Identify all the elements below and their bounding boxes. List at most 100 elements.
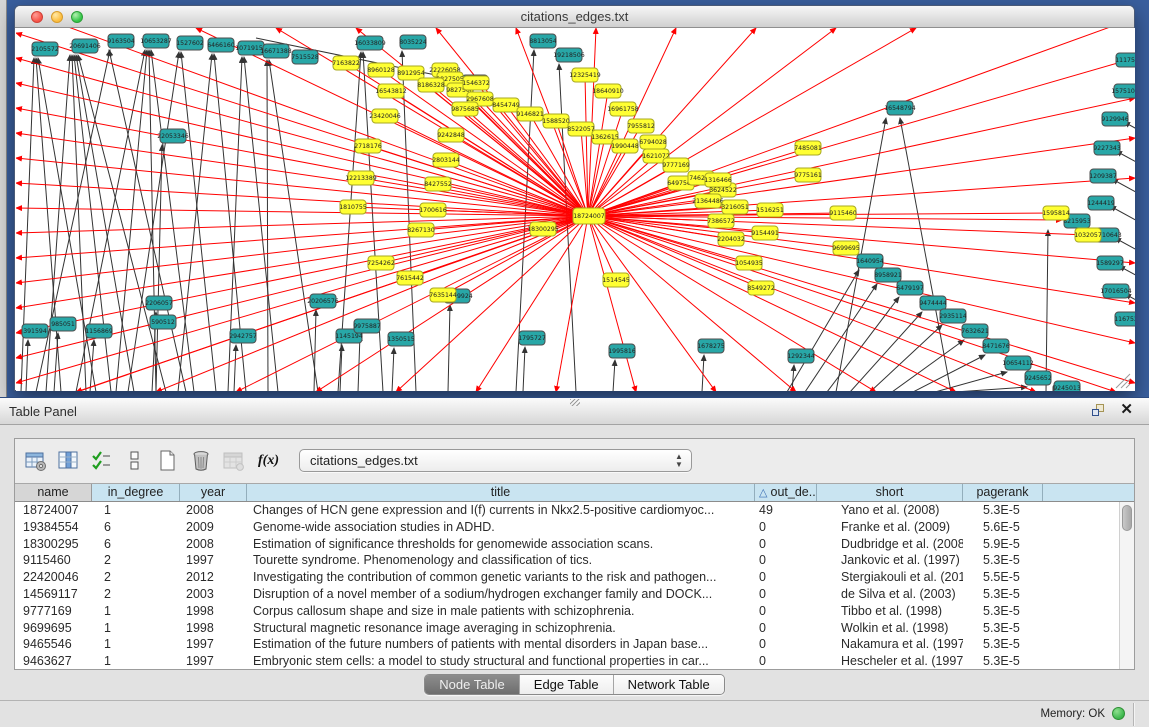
graph-node[interactable]: 18724007 <box>573 208 605 224</box>
rows-icon[interactable] <box>120 446 150 476</box>
column-header-name[interactable]: name <box>15 484 92 501</box>
graph-node[interactable]: 1156869 <box>85 324 113 338</box>
graph-node[interactable]: 19218506 <box>553 48 585 62</box>
graph-node[interactable]: 2935114 <box>939 309 967 323</box>
panel-resize-grip[interactable] <box>570 399 580 406</box>
graph-node[interactable]: 8035224 <box>399 35 427 49</box>
graph-node[interactable]: 2803144 <box>432 153 460 167</box>
graph-node[interactable]: 1514545 <box>602 273 630 287</box>
graph-node[interactable]: 2206057 <box>145 296 173 310</box>
tab-node-table[interactable]: Node Table <box>425 675 520 694</box>
graph-node[interactable]: 16961758 <box>607 102 639 116</box>
graph-node[interactable]: 8186328 <box>417 78 445 92</box>
graph-node[interactable]: 8454749 <box>492 98 520 112</box>
table-row[interactable]: 946554611997Estimation of the future num… <box>15 636 1119 653</box>
graph-node[interactable]: 10653287 <box>140 34 172 48</box>
close-panel-icon[interactable]: ✕ <box>1120 403 1133 417</box>
graph-node[interactable]: 1990448 <box>611 139 639 153</box>
graph-node[interactable]: 9129946 <box>1101 112 1129 126</box>
graph-node[interactable]: 7163822 <box>332 56 360 70</box>
graph-node[interactable]: 1595814 <box>1042 206 1070 220</box>
canvas-resize-grip[interactable] <box>1116 374 1130 388</box>
column-header-year[interactable]: year <box>180 484 247 501</box>
graph-node[interactable]: 21364486 <box>692 194 724 208</box>
graph-node[interactable]: 7632621 <box>961 324 989 338</box>
graph-node[interactable]: 985051 <box>50 317 76 331</box>
float-panel-icon[interactable] <box>1092 403 1106 417</box>
graph-node[interactable]: 7615442 <box>396 271 424 285</box>
graph-node[interactable]: 3216051 <box>721 200 749 214</box>
table-row[interactable]: 1938455462009Genome-wide association stu… <box>15 519 1119 536</box>
graph-node[interactable]: 8958921 <box>874 268 902 282</box>
graph-node[interactable]: 15751074 <box>1111 84 1135 98</box>
graph-nodes[interactable]: 2105572206914069163504106532871527602646… <box>22 34 1135 391</box>
graph-node[interactable]: 8427552 <box>424 177 452 191</box>
graph-node[interactable]: 8471676 <box>982 339 1010 353</box>
network-graph[interactable]: 2105572206914069163504106532871527602646… <box>16 28 1135 391</box>
table-selector-dropdown[interactable]: citations_edges.txt ▲▼ <box>299 449 692 472</box>
graph-node[interactable]: 9777169 <box>662 158 690 172</box>
select-all-icon[interactable] <box>87 446 117 476</box>
table-row[interactable]: 1456911722003Disruption of a novel membe… <box>15 586 1119 603</box>
table-row[interactable]: 977716911998Corpus callosum shape and si… <box>15 603 1119 620</box>
graph-node[interactable]: 9699695 <box>832 241 860 255</box>
table-row[interactable]: 1872400712008Changes of HCN gene express… <box>15 502 1119 519</box>
graph-node[interactable]: 1795727 <box>518 331 546 345</box>
graph-node[interactable]: 1546372 <box>462 76 490 90</box>
scrollbar-thumb[interactable] <box>1122 505 1132 531</box>
graph-node[interactable]: 2718176 <box>354 139 382 153</box>
table-row[interactable]: 1830029562008Estimation of significance … <box>15 536 1119 553</box>
graph-node[interactable]: 6466160 <box>207 38 235 52</box>
network-window-titlebar[interactable]: citations_edges.txt <box>15 6 1134 28</box>
graph-node[interactable]: 16671388 <box>260 44 292 58</box>
table-row[interactable]: 969969511998Structural magnetic resonanc… <box>15 620 1119 637</box>
zoom-window-button[interactable] <box>71 11 83 23</box>
graph-node[interactable]: 9245013 <box>1053 381 1081 391</box>
graph-node[interactable]: 12325419 <box>569 68 601 82</box>
graph-node[interactable]: 16548794 <box>884 101 916 115</box>
graph-node[interactable]: 7485081 <box>794 141 822 155</box>
graph-node[interactable]: 2942757 <box>229 329 257 343</box>
graph-node[interactable]: 1316466 <box>704 173 732 187</box>
graph-node[interactable]: 1810755 <box>339 200 367 214</box>
column-header-pagerank[interactable]: pagerank <box>963 484 1043 501</box>
graph-node[interactable]: 1350515 <box>387 332 415 346</box>
graph-node[interactable]: 18300295 <box>527 222 559 236</box>
graph-node[interactable]: 9242848 <box>437 128 465 142</box>
graph-node[interactable]: 1032057 <box>1074 228 1102 242</box>
graph-node[interactable]: 7515528 <box>291 50 319 64</box>
network-canvas[interactable]: 2105572206914069163504106532871527602646… <box>16 28 1135 391</box>
graph-node[interactable]: 9975887 <box>353 319 381 333</box>
graph-node[interactable]: 2105572 <box>31 42 59 56</box>
graph-node[interactable]: 9154491 <box>751 226 779 240</box>
graph-node[interactable]: 8813054 <box>529 34 557 48</box>
graph-node[interactable]: 1292344 <box>787 349 815 363</box>
graph-node[interactable]: 16033809 <box>354 36 386 50</box>
graph-node[interactable]: 9245652 <box>1024 371 1052 385</box>
new-table-icon[interactable] <box>153 446 183 476</box>
function-builder-icon[interactable]: f(x) <box>258 453 279 469</box>
table-row[interactable]: 911546021997Tourette syndrome. Phenomeno… <box>15 552 1119 569</box>
delete-table-icon[interactable] <box>186 446 216 476</box>
graph-node[interactable]: 6479197 <box>896 281 924 295</box>
minimize-window-button[interactable] <box>51 11 63 23</box>
graph-node[interactable]: 8267130 <box>407 223 435 237</box>
column-header-out_de[interactable]: △ out_de... <box>755 484 817 501</box>
graph-node[interactable]: 7386572 <box>707 214 735 228</box>
graph-node[interactable]: 7254262 <box>367 256 395 270</box>
graph-node[interactable]: 1244419 <box>1087 196 1115 210</box>
graph-node[interactable]: 9227343 <box>1093 141 1121 155</box>
graph-node[interactable]: 17016504 <box>1100 284 1132 298</box>
graph-node[interactable]: 20206576 <box>307 294 339 308</box>
graph-node[interactable]: 8549272 <box>747 281 775 295</box>
graph-node[interactable]: 18640910 <box>592 84 624 98</box>
show-column-icon[interactable] <box>54 446 84 476</box>
column-header-in_degree[interactable]: in_degree <box>92 484 180 501</box>
graph-node[interactable]: 9875685 <box>451 102 479 116</box>
graph-node[interactable]: 9775161 <box>794 168 822 182</box>
graph-node[interactable]: 1516251 <box>756 203 784 217</box>
table-row[interactable]: 2242004622012Investigating the contribut… <box>15 569 1119 586</box>
graph-node[interactable]: 1700616 <box>419 203 447 217</box>
close-window-button[interactable] <box>31 11 43 23</box>
graph-node[interactable]: 10654112 <box>1002 356 1034 370</box>
